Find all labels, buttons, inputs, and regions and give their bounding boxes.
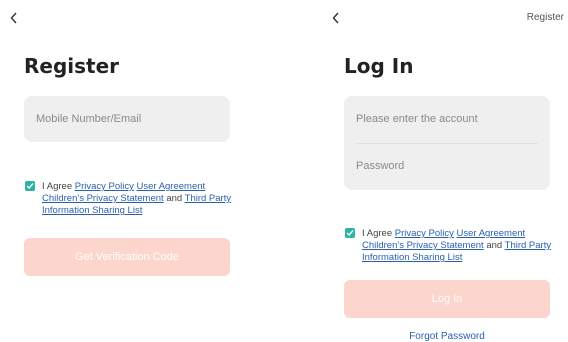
agree-prefix: I Agree: [42, 181, 73, 192]
mobile-email-input[interactable]: [36, 109, 218, 129]
chevron-left-icon: [332, 12, 339, 24]
check-icon: [346, 230, 354, 237]
childrens-privacy-link[interactable]: Children's Privacy Statement: [42, 193, 164, 204]
agree-and: and: [486, 240, 503, 251]
check-icon: [26, 183, 34, 190]
field-divider: [356, 143, 538, 144]
register-link[interactable]: Register: [527, 12, 564, 23]
login-fields-box: [344, 96, 550, 190]
back-button[interactable]: [328, 10, 344, 26]
forgot-password-link[interactable]: Forgot Password: [344, 331, 550, 342]
page-title: Log In: [344, 54, 414, 78]
user-agreement-link[interactable]: User Agreement: [137, 181, 206, 192]
account-input[interactable]: [356, 109, 538, 129]
agree-checkbox[interactable]: [345, 228, 355, 238]
agreement-text: I Agree Privacy Policy User Agreement Ch…: [42, 181, 232, 217]
privacy-policy-link[interactable]: Privacy Policy: [75, 181, 134, 192]
agree-checkbox[interactable]: [25, 181, 35, 191]
log-in-button[interactable]: Log In: [344, 280, 550, 318]
mobile-email-box: [24, 96, 230, 142]
agree-prefix: I Agree: [362, 228, 393, 239]
register-screen: Register I Agree Privacy Policy User Agr…: [0, 0, 284, 341]
childrens-privacy-link[interactable]: Children's Privacy Statement: [362, 240, 484, 251]
login-screen: Register Log In I Agree Privacy Policy U…: [284, 0, 568, 342]
back-button[interactable]: [6, 10, 22, 26]
page-title: Register: [24, 54, 120, 78]
user-agreement-link[interactable]: User Agreement: [457, 228, 526, 239]
agreement-text: I Agree Privacy Policy User Agreement Ch…: [362, 228, 552, 264]
agree-and: and: [166, 193, 183, 204]
password-input[interactable]: [356, 156, 538, 176]
chevron-left-icon: [10, 12, 17, 24]
get-verification-code-button[interactable]: Get Verification Code: [24, 238, 230, 276]
privacy-policy-link[interactable]: Privacy Policy: [395, 228, 454, 239]
